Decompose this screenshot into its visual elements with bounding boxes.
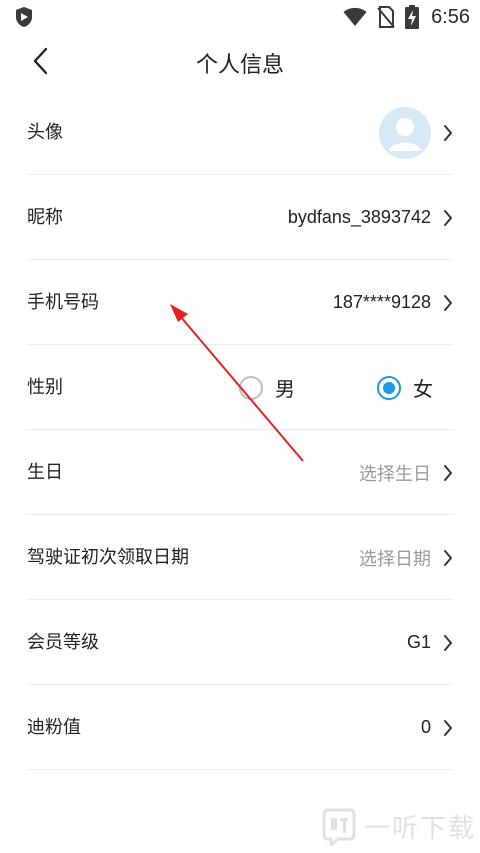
member-level-value: G1 [406,632,431,652]
user-placeholder-icon [389,117,421,151]
phone-value: 187****9128 [332,292,431,312]
header-bar: 个人信息 [0,33,480,89]
nickname-right: bydfans_3893742 [288,175,453,260]
page-title: 个人信息 [195,53,284,78]
shield-icon [16,7,32,27]
chevron-right-icon [444,634,452,651]
watermark-logo-icon [322,808,356,846]
gender-label: 性别 [27,377,63,398]
status-time: 6:56 [431,5,470,28]
chevron-right-icon [444,719,452,736]
phone-right: 187****9128 [333,260,453,345]
avatar [379,106,431,159]
gender-option-male[interactable]: 男 [239,345,295,430]
no-sim-icon [377,6,395,28]
points-row[interactable]: 迪粉值 0 [27,685,453,770]
chevron-right-icon [444,209,452,226]
points-value: 0 [420,717,431,737]
chevron-right-icon [444,124,452,141]
birthday-right: 选择生日 [359,430,453,515]
chevron-right-icon [444,294,452,311]
points-label: 迪粉值 [27,717,81,738]
gender-radio-group: 男 女 [239,345,453,430]
nickname-label: 昵称 [27,207,63,228]
gender-male-label: 男 [275,377,295,401]
license-date-right: 选择日期 [359,515,453,600]
nickname-value: bydfans_3893742 [287,207,431,227]
watermark: 一听下载 [322,806,476,846]
member-level-label: 会员等级 [27,632,99,653]
avatar-label: 头像 [27,122,63,143]
birthday-label: 生日 [27,462,63,483]
points-right: 0 [421,685,453,770]
radio-female[interactable] [377,375,401,400]
nickname-row[interactable]: 昵称 bydfans_3893742 [27,175,453,260]
wifi-icon [343,7,367,26]
avatar-row[interactable]: 头像 [27,90,453,175]
avatar-right [379,90,453,175]
battery-charging-icon [405,5,420,29]
phone-label: 手机号码 [27,292,99,313]
birthday-value: 选择生日 [359,463,431,485]
chevron-right-icon [444,464,452,481]
license-date-value: 选择日期 [359,548,431,570]
gender-female-label: 女 [413,377,433,401]
phone-row[interactable]: 手机号码 187****9128 [27,260,453,345]
radio-male[interactable] [239,375,263,400]
gender-row: 性别 男 女 [27,345,453,430]
license-date-label: 驾驶证初次领取日期 [27,547,189,568]
watermark-text: 一听下载 [364,813,477,844]
member-level-right: G1 [407,600,453,685]
status-icons: 6:56 [343,4,470,30]
license-date-row[interactable]: 驾驶证初次领取日期 选择日期 [27,515,453,600]
chevron-right-icon [444,549,452,566]
gender-option-female[interactable]: 女 [377,345,433,430]
status-bar: 6:56 [0,0,480,33]
member-level-row[interactable]: 会员等级 G1 [27,600,453,685]
birthday-row[interactable]: 生日 选择生日 [27,430,453,515]
